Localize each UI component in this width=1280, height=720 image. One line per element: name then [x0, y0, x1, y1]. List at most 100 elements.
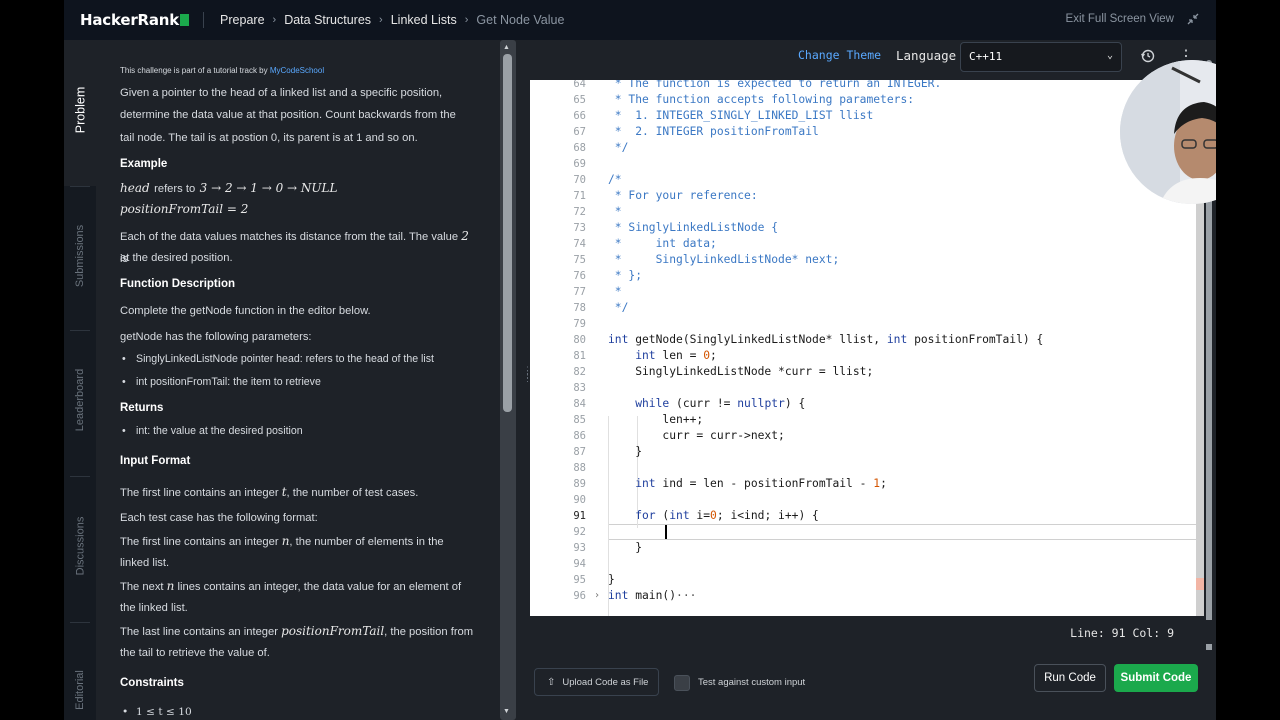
- code-line[interactable]: 88: [530, 460, 1204, 476]
- line-number: 70: [573, 174, 586, 186]
- input-line-4b: the linked list.: [120, 602, 188, 614]
- tab-divider: [70, 622, 90, 623]
- submit-code-button[interactable]: Submit Code: [1114, 664, 1198, 692]
- collapse-icon[interactable]: [1186, 12, 1200, 26]
- tab-leaderboard[interactable]: Leaderboard: [64, 369, 96, 431]
- code-line[interactable]: 74 * int data;: [530, 236, 1204, 252]
- code-line[interactable]: 70 /*: [530, 172, 1204, 188]
- code-line[interactable]: 77 *: [530, 284, 1204, 300]
- tab-problem[interactable]: Problem: [64, 80, 96, 140]
- breadcrumb-prepare[interactable]: Prepare: [220, 13, 264, 27]
- scroll-down-icon[interactable]: ▼: [503, 708, 510, 715]
- tutorial-link[interactable]: MyCodeSchool: [270, 66, 324, 75]
- line-number: 87: [573, 446, 586, 458]
- code-line[interactable]: 86 curr = curr->next;: [530, 428, 1204, 444]
- code-text: }: [608, 445, 643, 458]
- code-text: int main()···: [608, 589, 697, 602]
- line-number: 75: [573, 254, 586, 266]
- custom-input-label[interactable]: Test against custom input: [698, 677, 805, 688]
- code-line[interactable]: 75 * SinglyLinkedListNode* next;: [530, 252, 1204, 268]
- code-line[interactable]: 76 * };: [530, 268, 1204, 284]
- code-text: *: [608, 285, 622, 298]
- run-code-button[interactable]: Run Code: [1034, 664, 1106, 692]
- scroll-up-icon[interactable]: ▲: [503, 44, 510, 51]
- breadcrumb-linked-lists[interactable]: Linked Lists: [391, 13, 457, 27]
- example-position: positionFromTail = 2: [120, 202, 249, 216]
- code-line[interactable]: 93 }: [530, 540, 1204, 556]
- tab-divider: [70, 186, 90, 187]
- code-line[interactable]: 79: [530, 316, 1204, 332]
- code-line[interactable]: 84 while (curr != nullptr) {: [530, 396, 1204, 412]
- code-line[interactable]: 68 */: [530, 140, 1204, 156]
- code-text: * 1. INTEGER_SINGLY_LINKED_LIST llist: [608, 109, 874, 122]
- line-number: 67: [573, 126, 586, 138]
- code-text: * The function is expected to return an …: [608, 80, 942, 90]
- language-select[interactable]: C++11 ⌄: [960, 42, 1122, 72]
- code-text: for (int i=0; i<ind; i++) {: [608, 509, 819, 522]
- code-line[interactable]: 72 *: [530, 204, 1204, 220]
- code-text: int ind = len - positionFromTail - 1;: [608, 477, 887, 490]
- example-head-line: head refers to 3 → 2 → 1 → 0 → NULL: [120, 181, 338, 195]
- change-theme-link[interactable]: Change Theme: [798, 48, 881, 62]
- line-number: 64: [573, 80, 586, 90]
- line-number: 83: [573, 382, 586, 394]
- hackerrank-logo[interactable]: HackerRank: [80, 11, 190, 29]
- code-line[interactable]: 66 * 1. INTEGER_SINGLY_LINKED_LIST llist: [530, 108, 1204, 124]
- pane-splitter[interactable]: ⋮ ⋮ ⋮: [520, 40, 532, 720]
- code-line[interactable]: 94: [530, 556, 1204, 572]
- tab-divider: [70, 476, 90, 477]
- line-number: 79: [573, 318, 586, 330]
- fold-arrow-icon[interactable]: ›: [594, 588, 600, 604]
- code-editor[interactable]: 64 * The function is expected to return …: [530, 80, 1204, 616]
- exit-fullscreen-link[interactable]: Exit Full Screen View: [1066, 13, 1174, 25]
- line-number: 84: [573, 398, 586, 410]
- code-line[interactable]: 81 int len = 0;: [530, 348, 1204, 364]
- line-number: 82: [573, 366, 586, 378]
- code-text: }: [608, 541, 643, 554]
- code-line[interactable]: 87 }: [530, 444, 1204, 460]
- code-line[interactable]: 65 * The function accepts following para…: [530, 92, 1204, 108]
- tab-divider: [70, 330, 90, 331]
- scroll-thumb[interactable]: [503, 54, 512, 412]
- code-line[interactable]: 80 int getNode(SinglyLinkedListNode* llis…: [530, 332, 1204, 348]
- intro-line-1: Given a pointer to the head of a linked …: [120, 87, 443, 99]
- code-text: }: [608, 573, 615, 586]
- function-description-heading: Function Description: [120, 278, 235, 290]
- code-line[interactable]: 73 * SinglyLinkedListNode {: [530, 220, 1204, 236]
- param-item: SinglyLinkedListNode pointer head: refer…: [120, 353, 434, 365]
- tutorial-note: This challenge is part of a tutorial tra…: [120, 66, 325, 75]
- code-text: len++;: [608, 413, 704, 426]
- input-line-5: The last line contains an integer positi…: [120, 624, 474, 638]
- code-text: /*: [608, 173, 622, 186]
- editor-status: Line: 91 Col: 9: [530, 620, 1216, 644]
- editor-actions: ⇧ Upload Code as File Test against custom…: [530, 650, 1216, 720]
- problem-scrollbar[interactable]: ▲ ▼: [496, 40, 520, 720]
- code-line[interactable]: 96 int main()··· ›: [530, 588, 1204, 604]
- tab-editorial[interactable]: Editorial: [64, 660, 96, 720]
- problem-pane: This challenge is part of a tutorial tra…: [96, 40, 496, 720]
- code-line[interactable]: 89 int ind = len - positionFromTail - 1;: [530, 476, 1204, 492]
- line-number: 74: [573, 238, 586, 250]
- code-line[interactable]: 64 * The function is expected to return …: [530, 80, 1204, 92]
- code-line[interactable]: 91 for (int i=0; i<ind; i++) {: [530, 508, 1204, 524]
- code-line[interactable]: 95}: [530, 572, 1204, 588]
- code-line[interactable]: 85 len++;: [530, 412, 1204, 428]
- upload-code-button[interactable]: ⇧ Upload Code as File: [534, 668, 659, 696]
- line-number: 93: [573, 542, 586, 554]
- chevron-right-icon: ›: [464, 14, 469, 26]
- code-text: * };: [608, 269, 643, 282]
- reset-code-icon[interactable]: [1140, 48, 1156, 67]
- tab-discussions[interactable]: Discussions: [64, 516, 96, 576]
- code-line[interactable]: 78 */: [530, 300, 1204, 316]
- code-line[interactable]: 82 SinglyLinkedListNode *curr = llist;: [530, 364, 1204, 380]
- code-line[interactable]: 90: [530, 492, 1204, 508]
- code-line[interactable]: 92: [530, 524, 1204, 540]
- custom-input-checkbox[interactable]: [674, 675, 690, 691]
- code-line[interactable]: 71 * For your reference:: [530, 188, 1204, 204]
- line-col-indicator: Line: 91 Col: 9: [1070, 626, 1174, 640]
- code-line[interactable]: 69: [530, 156, 1204, 172]
- breadcrumb-data-structures[interactable]: Data Structures: [284, 13, 371, 27]
- code-line[interactable]: 67 * 2. INTEGER positionFromTail: [530, 124, 1204, 140]
- code-line[interactable]: 83: [530, 380, 1204, 396]
- tab-submissions[interactable]: Submissions: [64, 225, 96, 287]
